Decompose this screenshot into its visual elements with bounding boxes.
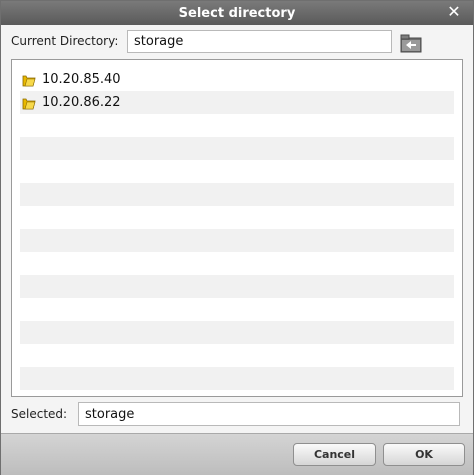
dialog-titlebar: Select directory ✕ — [1, 1, 473, 25]
list-item-label: 10.20.86.22 — [42, 95, 121, 110]
empty-row — [20, 137, 454, 160]
selected-field[interactable] — [78, 402, 460, 426]
empty-row — [20, 229, 454, 252]
empty-row — [20, 206, 454, 229]
list-item[interactable]: 10.20.85.40 — [20, 68, 454, 91]
dialog-footer: Cancel OK — [1, 433, 473, 475]
selected-label: Selected: — [11, 407, 68, 421]
empty-row — [20, 321, 454, 344]
directory-list[interactable]: 10.20.85.40 10.20.86.22 — [11, 59, 463, 397]
empty-row — [20, 367, 454, 390]
current-directory-field[interactable] — [127, 30, 392, 53]
cancel-button-label: Cancel — [313, 448, 356, 461]
current-directory-label: Current Directory: — [11, 34, 119, 48]
close-icon[interactable]: ✕ — [445, 3, 463, 21]
empty-row — [20, 160, 454, 183]
cancel-button[interactable]: Cancel — [293, 443, 376, 466]
empty-row — [20, 183, 454, 206]
empty-row — [20, 344, 454, 367]
ok-button[interactable]: OK — [383, 443, 465, 466]
empty-row — [20, 114, 454, 137]
folder-icon — [22, 98, 36, 109]
ok-button-label: OK — [415, 448, 433, 461]
folder-icon — [22, 75, 36, 86]
folder-up-icon[interactable] — [400, 33, 422, 53]
empty-row — [20, 252, 454, 275]
dialog-title: Select directory — [178, 5, 296, 21]
empty-row — [20, 275, 454, 298]
select-directory-dialog: Select directory ✕ Current Directory: 10… — [0, 0, 474, 475]
empty-row — [20, 298, 454, 321]
list-item[interactable]: 10.20.86.22 — [20, 91, 454, 114]
list-item-label: 10.20.85.40 — [42, 72, 121, 87]
